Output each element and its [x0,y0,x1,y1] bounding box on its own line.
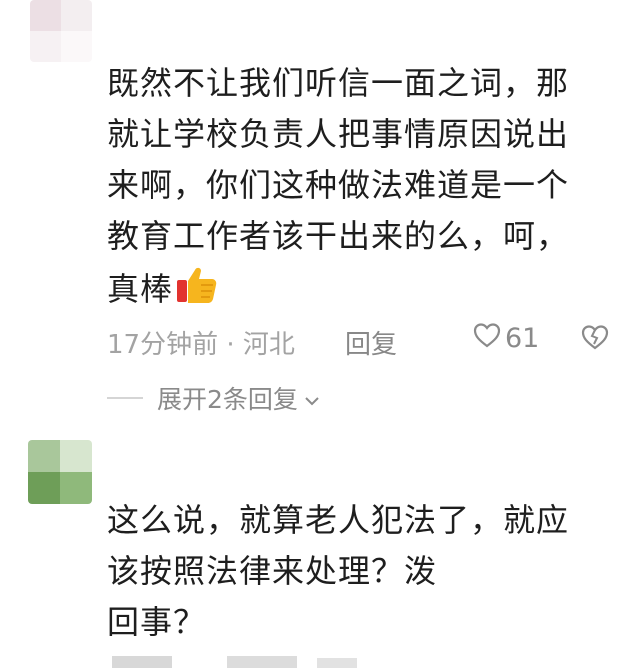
comment-line-last: 真棒 [107,262,617,321]
commenter-avatar[interactable] [28,440,92,504]
comment-body: 既然不让我们听信一面之词，那 就让学校负责人把事情原因说出 来啊，你们这种做法难… [107,58,617,321]
comment-line: 教育工作者该干出来的么，呵， [107,217,570,255]
heart-icon [473,322,501,355]
comment-body: 这么说，就算老人犯法了，就应 该按照法律来处理？泼 回事？ [107,495,617,648]
reply-button[interactable]: 回复 [345,324,397,361]
cut-off-meta-row [112,648,412,668]
expand-replies-button[interactable]: 展开2条回复 [107,378,320,418]
comment-line: 就让学校负责人把事情原因说出 [107,115,570,153]
comment-line: 来啊，你们这种做法难道是一个 [107,166,570,204]
comment-line: 该按照法律来处理？泼 [107,552,438,590]
comment-line: 回事？ [107,603,207,641]
comment-meta-row: 17分钟前 · 河北 回复 61 [107,322,617,362]
like-button[interactable]: 61 [473,322,539,355]
like-count: 61 [505,323,540,354]
comment-line: 这么说，就算老人犯法了，就应 [107,501,570,539]
thumbs-up-icon [175,262,219,321]
chevron-down-icon [304,384,320,413]
broken-heart-icon [581,325,609,357]
comment-line-text: 真棒 [107,270,174,308]
commenter-avatar[interactable] [30,0,92,62]
dislike-button[interactable] [581,324,609,357]
expand-replies-label: 展开2条回复 [157,385,298,414]
comment-line: 既然不让我们听信一面之词，那 [107,64,570,102]
comment-time-location: 17分钟前 · 河北 [107,330,295,360]
divider-dash [107,397,143,399]
